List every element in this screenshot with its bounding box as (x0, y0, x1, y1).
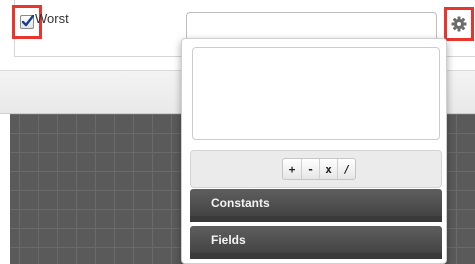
gear-highlight (444, 7, 474, 41)
constants-label: Constants (211, 196, 270, 210)
formula-editor-screen: Worst + - x / Constants Fields (0, 0, 475, 264)
fields-label: Fields (211, 233, 246, 247)
minus-button[interactable]: - (301, 159, 319, 179)
checkmark-icon (21, 15, 34, 27)
constants-section-header[interactable]: Constants (190, 189, 442, 222)
divide-button[interactable]: / (337, 159, 355, 179)
constants-section-strip (190, 216, 442, 222)
operator-button-group: + - x / (282, 158, 356, 180)
formula-builder-dropdown: + - x / Constants Fields (181, 38, 447, 264)
worst-label: Worst (35, 11, 69, 26)
operator-toolbar: + - x / (190, 150, 442, 188)
fields-section-header[interactable]: Fields (190, 226, 442, 259)
plus-button[interactable]: + (283, 159, 301, 179)
worst-checkbox[interactable] (20, 15, 34, 29)
multiply-button[interactable]: x (319, 159, 337, 179)
fields-section-strip (190, 253, 442, 259)
formula-textarea[interactable] (192, 47, 440, 140)
gear-icon[interactable] (451, 16, 467, 32)
